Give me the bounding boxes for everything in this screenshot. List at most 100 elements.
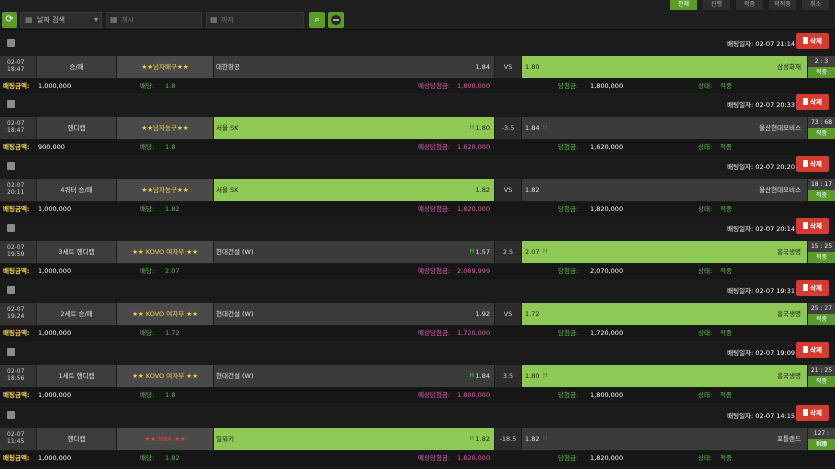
amount-label: 배팅금액: [3, 82, 30, 90]
status-value: 적중 [720, 82, 732, 90]
odds-value: 1.82 [165, 205, 180, 213]
tab-all[interactable]: 전체 [670, 0, 697, 10]
line-value: 3.5 [495, 365, 521, 387]
reset-button[interactable] [328, 12, 344, 28]
bet-date: 배팅일자: 02-07 20:14 [727, 225, 795, 233]
bet-slip: 배팅일자: 02-07 20:20 삭제 02-07 20:11 4쿼터 승/패 … [0, 155, 835, 217]
home-team-cell: 서울 SK H 1.80 [214, 117, 494, 139]
odds-value: 2.07 [165, 267, 180, 275]
select-checkbox[interactable] [7, 162, 15, 170]
bet-date: 배팅일자: 02-07 20:33 [727, 101, 795, 109]
match-time: 02-07 18:47 [0, 56, 36, 78]
expected-label: 예상당첨금: [418, 391, 451, 399]
amount-label: 배팅금액: [3, 267, 30, 275]
expected-value: 1,820,000 [457, 205, 491, 213]
search-button[interactable]: ⌕ [309, 12, 325, 28]
status-value: 적중 [720, 391, 732, 399]
bet-slip: 배팅일자: 02-07 14:15 삭제 02-07 11:45 핸디캡 ★★ N… [0, 404, 835, 466]
won-label: 당첨금: [558, 82, 579, 90]
amount-value: 1,000,000 [38, 454, 72, 462]
result-badge: 적중 [808, 190, 835, 201]
bet-type: 1세트 핸디캡 [36, 365, 116, 387]
bet-row: 02-07 18:56 1세트 핸디캡 ★★ KOVO 여자부 ★★ 현대건설 (… [0, 365, 835, 387]
bet-type: 핸디캡 [36, 428, 116, 450]
home-team: 현대건설 (W) [216, 248, 254, 256]
select-checkbox[interactable] [7, 348, 15, 356]
match-time: 02-07 19:59 [0, 241, 36, 263]
bet-summary: 배팅금액: 1,000,000 배당: 1.72 예상당첨금: 1,720,00… [0, 326, 835, 341]
away-odd: 1.80 [525, 63, 540, 71]
odds-value: 1.72 [165, 329, 180, 337]
bet-header: 배팅일자: 02-07 20:33 삭제 [0, 93, 835, 117]
odds-value: 1.8 [165, 391, 176, 399]
select-checkbox[interactable] [7, 224, 15, 232]
status-label: 상태: [698, 454, 713, 462]
handicap-icon: H [469, 248, 474, 255]
tab-win[interactable]: 적중 [736, 0, 763, 10]
bet-date: 배팅일자: 02-07 14:15 [727, 412, 795, 420]
status-label: 상태: [698, 205, 713, 213]
bet-summary: 배팅금액: 1,000,000 배당: 1.82 예상당첨금: 1,820,00… [0, 451, 835, 466]
home-odd: 1.57 [475, 248, 490, 256]
bet-header: 배팅일자: 02-07 14:15 삭제 [0, 404, 835, 428]
delete-button[interactable]: 삭제 [796, 218, 829, 234]
away-team-cell: 1.80 H 흥국생명 [522, 365, 807, 387]
search-icon: ⌕ [314, 15, 320, 25]
expected-value: 2,069,999 [457, 267, 491, 275]
bet-date: 배팅일자: 02-07 19:09 [727, 349, 795, 357]
won-value: 1,820,000 [590, 454, 624, 462]
handicap-icon: H [469, 372, 474, 379]
away-odd: 1.82 [525, 435, 540, 443]
select-checkbox[interactable] [7, 100, 15, 108]
delete-button[interactable]: 삭제 [796, 33, 829, 49]
status-value: 적중 [720, 329, 732, 337]
bet-date: 배팅일자: 02-07 19:31 [727, 287, 795, 295]
home-odd: 1.84 [475, 63, 490, 71]
start-date-placeholder: 개시 [121, 16, 134, 24]
delete-button[interactable]: 삭제 [796, 342, 829, 358]
select-checkbox[interactable] [7, 286, 15, 294]
away-odd: 1.72 [525, 310, 540, 318]
tab-lose[interactable]: 미적중 [769, 0, 796, 10]
trash-icon [803, 222, 809, 229]
status-value: 적중 [720, 205, 732, 213]
delete-button[interactable]: 삭제 [796, 405, 829, 421]
line-value: -3.5 [495, 117, 521, 139]
date-search-select[interactable]: ▦ 날짜 검색 ▾ [20, 12, 102, 28]
odds-label: 배당: [140, 329, 155, 337]
tab-ongoing[interactable]: 진행 [703, 0, 730, 10]
delete-button[interactable]: 삭제 [796, 94, 829, 110]
amount-label: 배팅금액: [3, 205, 30, 213]
score-box: 15 : 25 적중 [808, 241, 835, 263]
refresh-icon[interactable]: ⟳ [2, 12, 17, 28]
won-value: 1,720,000 [590, 329, 624, 337]
status-label: 상태: [698, 267, 713, 275]
odds-value: 1.8 [165, 82, 176, 90]
select-checkbox[interactable] [7, 39, 15, 47]
bet-row: 02-07 18:47 승/패 ★★남자배구★★ 대한항공 1.84 VS 1.8… [0, 56, 835, 78]
start-date-input[interactable]: ▦ 개시 [106, 12, 202, 28]
bet-type: 3세트 핸디캡 [36, 241, 116, 263]
end-date-input[interactable]: ▦ 까지 [206, 12, 304, 28]
score-box: 18 : 17 적중 [808, 179, 835, 201]
line-value: -18.5 [495, 428, 521, 450]
won-label: 당첨금: [558, 143, 579, 151]
bet-type: 핸디캡 [36, 117, 116, 139]
amount-value: 1,000,000 [38, 82, 72, 90]
select-checkbox[interactable] [7, 411, 15, 419]
bet-summary: 배팅금액: 1,000,000 배당: 1.82 예상당첨금: 1,820,00… [0, 202, 835, 217]
delete-button[interactable]: 삭제 [796, 156, 829, 172]
handicap-icon: H [469, 435, 474, 442]
chevron-down-icon: ▾ [93, 15, 98, 24]
trash-icon [803, 160, 809, 167]
league-name: ★★ KOVO 여자부 ★★ [117, 303, 213, 325]
away-team: 흥국생명 [777, 248, 801, 256]
status-value: 적중 [720, 143, 732, 151]
trash-icon [803, 409, 809, 416]
calendar-icon: ▦ [210, 15, 218, 24]
bet-header: 배팅일자: 02-07 19:31 삭제 [0, 279, 835, 303]
tab-cancel[interactable]: 취소 [802, 0, 829, 10]
away-team-cell: 2.07 H 흥국생명 [522, 241, 807, 263]
delete-button[interactable]: 삭제 [796, 280, 829, 296]
won-value: 2,070,000 [590, 267, 624, 275]
